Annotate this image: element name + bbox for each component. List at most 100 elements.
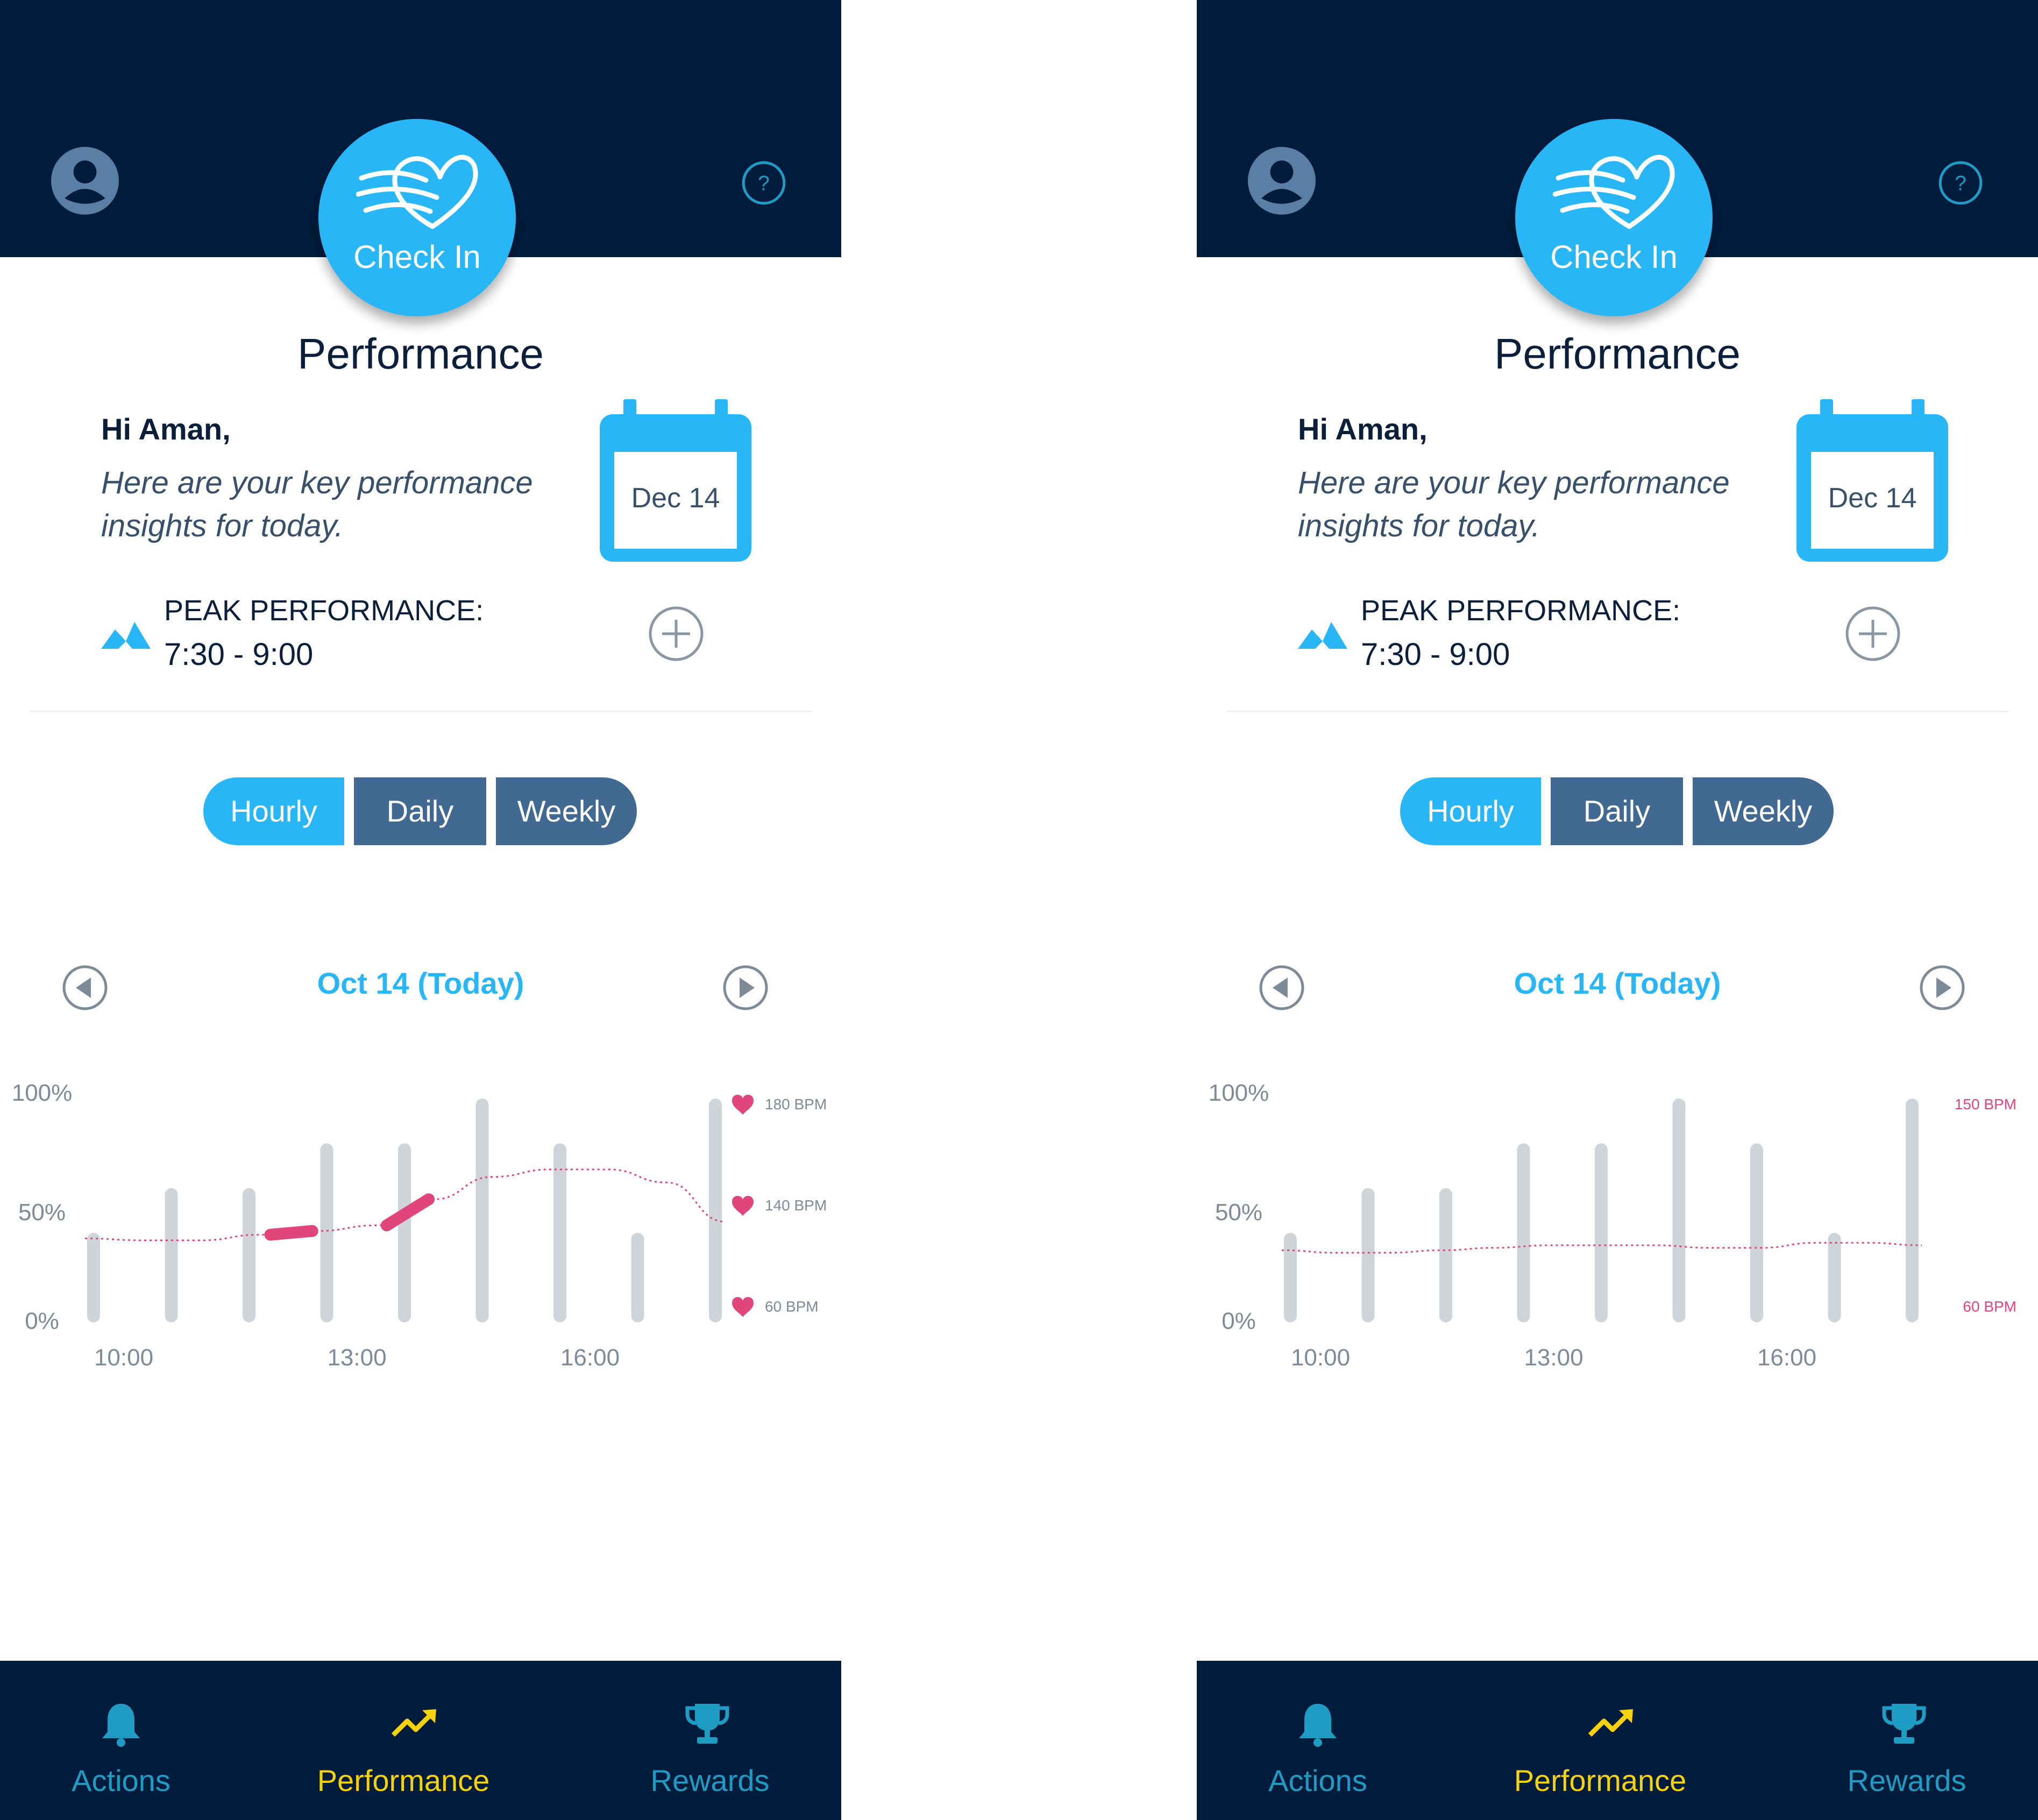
bar (243, 1188, 255, 1322)
tab-hourly[interactable]: Hourly (203, 777, 344, 845)
bar (1284, 1233, 1297, 1322)
svg-text:?: ? (758, 172, 769, 195)
nav-label-rewards: Rewards (1847, 1764, 1966, 1797)
greeting: Hi Aman, (1298, 412, 1428, 446)
intro-text: Here are your key performance insights f… (1298, 465, 1730, 543)
next-day-icon[interactable] (722, 965, 769, 1011)
y-tick-label: 0% (25, 1308, 59, 1334)
y-tick-label: 50% (18, 1199, 66, 1226)
bottom-nav: Actions Performance Rewards (0, 1661, 841, 1820)
page-title: Performance (297, 330, 544, 378)
profile-icon[interactable] (51, 147, 119, 215)
profile-icon[interactable] (1248, 147, 1316, 215)
bar (1906, 1099, 1919, 1322)
check-in-button[interactable]: Check In (318, 119, 516, 316)
add-button[interactable] (1845, 606, 1901, 662)
bar (1828, 1233, 1841, 1322)
bar (165, 1188, 178, 1322)
add-button[interactable] (648, 606, 704, 662)
nav-label-actions: Actions (1268, 1764, 1367, 1797)
nav-label-rewards: Rewards (650, 1764, 770, 1797)
bpm-label: 150 BPM (1955, 1096, 2016, 1113)
screen-hourly-peaks: ? Check In Performance Hi Aman, Here are… (0, 0, 841, 1820)
bottom-nav: Actions Performance Rewards (1197, 1661, 2038, 1820)
tab-daily[interactable]: Daily (1551, 777, 1683, 845)
heart-wind-icon (1553, 154, 1675, 229)
calendar-ring (623, 399, 636, 424)
peak-performance-label: PEAK PERFORMANCE: (1361, 594, 1681, 627)
heart-icon (732, 1094, 754, 1115)
bar (475, 1099, 489, 1322)
bpm-label: 60 BPM (1963, 1298, 2016, 1315)
calendar-button[interactable]: Dec 14 (1796, 399, 1948, 562)
calendar-ring (1912, 399, 1925, 424)
check-in-button[interactable]: Check In (1515, 119, 1713, 316)
tab-weekly[interactable]: Weekly (1693, 777, 1834, 845)
page-title: Performance (1494, 330, 1741, 378)
check-in-label: Check In (1550, 239, 1678, 275)
bar (1439, 1188, 1452, 1322)
greeting: Hi Aman, (101, 412, 231, 446)
y-tick-label: 100% (12, 1080, 73, 1106)
svg-text:?: ? (1955, 172, 1966, 195)
calendar-ring (1820, 399, 1833, 424)
bpm-label: 60 BPM (765, 1298, 819, 1315)
trophy-icon (685, 1704, 729, 1744)
help-icon[interactable]: ? (741, 160, 786, 206)
bar (1595, 1143, 1608, 1322)
x-tick-label: 16:00 (1757, 1344, 1816, 1371)
help-icon[interactable]: ? (1938, 160, 1983, 206)
check-in-label: Check In (353, 239, 481, 275)
tab-daily[interactable]: Daily (354, 777, 486, 845)
intro-text: Here are your key performance insights f… (101, 465, 533, 543)
calendar-button[interactable]: Dec 14 (600, 399, 751, 562)
trophy-icon (1882, 1704, 1926, 1744)
bar (1750, 1143, 1763, 1322)
y-tick-label: 50% (1215, 1199, 1262, 1226)
heart-icon (732, 1195, 754, 1216)
bar (631, 1233, 644, 1322)
nav-label-performance: Performance (317, 1764, 490, 1797)
y-tick-label: 100% (1209, 1080, 1269, 1106)
bar (709, 1099, 722, 1322)
bar (87, 1233, 100, 1322)
bar (1517, 1143, 1530, 1322)
performance-chart: 100% 50% 0% 10:00 13:00 16:00 180 BPM 140 BPM 60… (12, 1080, 827, 1371)
x-tick-label: 13:00 (1524, 1344, 1583, 1371)
x-tick-label: 10:00 (1291, 1344, 1350, 1371)
peak-performance-label: PEAK PERFORMANCE: (164, 594, 484, 627)
bell-icon (102, 1704, 140, 1747)
next-day-icon[interactable] (1919, 965, 1965, 1011)
bar (398, 1143, 411, 1322)
calendar-page: Dec 14 (1811, 452, 1934, 549)
nav-label-performance: Performance (1514, 1764, 1687, 1797)
x-tick-label: 16:00 (560, 1344, 620, 1371)
bar (1361, 1188, 1375, 1322)
mountain-icon (101, 622, 151, 649)
peak-highlight (264, 1225, 318, 1241)
heart-icon (732, 1297, 754, 1317)
bpm-label: 140 BPM (765, 1197, 827, 1214)
calendar-page: Dec 14 (614, 452, 737, 549)
calendar-ring (715, 399, 728, 424)
trending-up-icon (1588, 1709, 1633, 1737)
date-label: Oct 14 (Today) (1514, 966, 1721, 1000)
trending-up-icon (391, 1709, 436, 1737)
date-label: Oct 14 (Today) (317, 966, 524, 1000)
bpm-label: 180 BPM (765, 1096, 827, 1113)
divider (30, 711, 812, 712)
divider (1226, 711, 2008, 712)
performance-chart: 100% 50% 0% 10:00 13:00 16:00 150 BPM 60 BPM (1209, 1080, 2016, 1371)
calendar-date: Dec 14 (1828, 483, 1917, 514)
tab-weekly[interactable]: Weekly (496, 777, 637, 845)
peak-performance-time: 7:30 - 9:00 (164, 637, 314, 672)
screen-hourly-flat: ? Check In Performance Hi Aman, Here are… (1197, 0, 2038, 1820)
y-tick-label: 0% (1222, 1308, 1256, 1334)
mountain-icon (1298, 622, 1347, 649)
tab-hourly[interactable]: Hourly (1400, 777, 1541, 845)
calendar-date: Dec 14 (631, 483, 720, 514)
bar (320, 1143, 333, 1322)
x-tick-label: 13:00 (327, 1344, 386, 1371)
bell-icon (1299, 1704, 1337, 1747)
x-tick-label: 10:00 (94, 1344, 153, 1371)
